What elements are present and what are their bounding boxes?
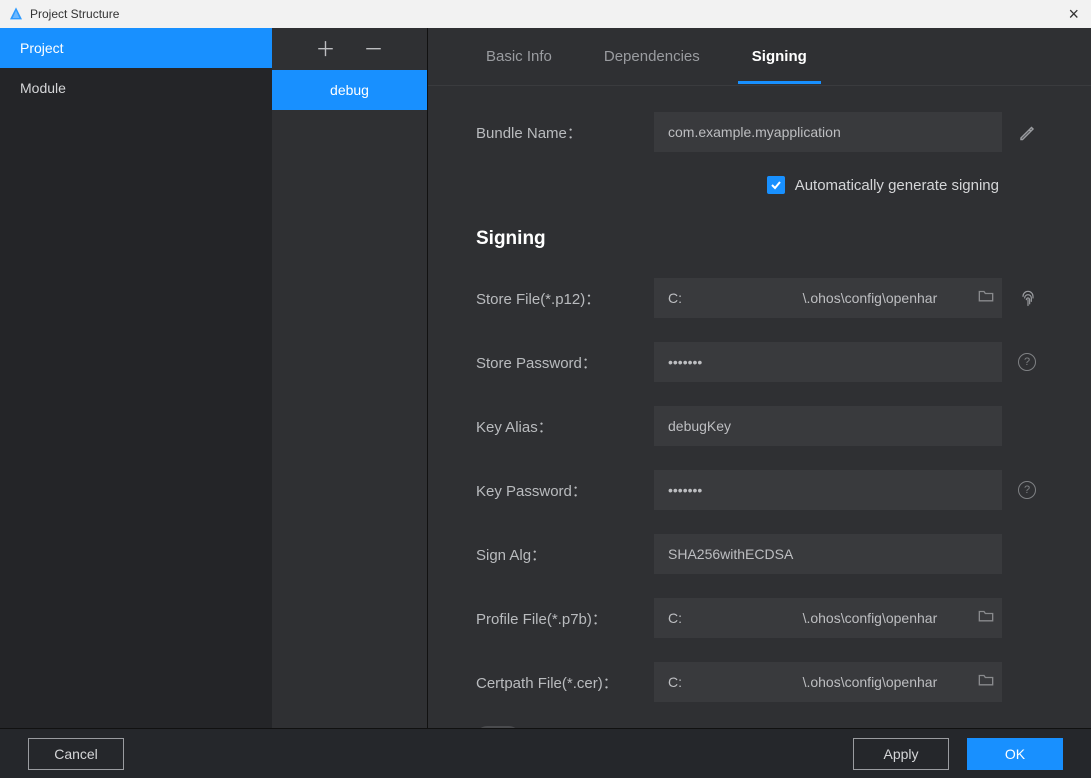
folder-icon[interactable]	[978, 289, 994, 308]
fingerprint-icon[interactable]	[1018, 288, 1038, 308]
label-bundle-name: Bundle Name：	[476, 122, 654, 143]
section-title-signing: Signing	[476, 228, 1061, 250]
label-store-file: Store File(*.p12)：	[476, 288, 654, 309]
folder-icon[interactable]	[978, 609, 994, 628]
row-store-file: Store File(*.p12)：	[476, 278, 1061, 318]
row-store-password: Store Password： ?	[476, 342, 1061, 382]
label-store-password: Store Password：	[476, 352, 654, 373]
apply-button[interactable]: Apply	[853, 738, 949, 770]
input-wrap-key-password	[654, 470, 1002, 510]
certpath-file-input[interactable]	[654, 662, 1002, 702]
config-actions: ＋ －	[272, 28, 427, 70]
key-alias-input[interactable]	[654, 406, 1002, 446]
help-icon[interactable]: ?	[1018, 481, 1036, 499]
store-file-input[interactable]	[654, 278, 1002, 318]
config-column: ＋ － debug	[272, 28, 428, 728]
input-wrap-bundle-name	[654, 112, 1002, 152]
edit-icon[interactable]	[1018, 123, 1036, 141]
folder-icon[interactable]	[978, 673, 994, 692]
auto-sign-label: Automatically generate signing	[795, 177, 999, 194]
titlebar: Project Structure ×	[0, 0, 1091, 28]
tab-dependencies[interactable]: Dependencies	[596, 30, 708, 83]
key-password-input[interactable]	[654, 470, 1002, 510]
input-wrap-key-alias	[654, 406, 1002, 446]
footer: Cancel Apply OK	[0, 728, 1091, 778]
auto-sign-checkbox[interactable]	[767, 176, 785, 194]
form-area: Bundle Name： Automatically generate sign…	[428, 86, 1091, 728]
row-sign-alg: Sign Alg：	[476, 534, 1061, 574]
input-wrap-certpath-file	[654, 662, 1002, 702]
row-restricted-permissions: Show Restricted Permissions	[476, 726, 1061, 728]
tab-signing[interactable]: Signing	[744, 30, 815, 83]
label-profile-file: Profile File(*.p7b)：	[476, 608, 654, 629]
row-profile-file: Profile File(*.p7b)：	[476, 598, 1061, 638]
row-bundle-name: Bundle Name：	[476, 112, 1061, 152]
cancel-button[interactable]: Cancel	[28, 738, 124, 770]
input-wrap-sign-alg	[654, 534, 1002, 574]
dialog-body: Project Module ＋ － debug Basic Info Depe…	[0, 28, 1091, 728]
row-certpath-file: Certpath File(*.cer)：	[476, 662, 1061, 702]
label-key-alias: Key Alias：	[476, 416, 654, 437]
restricted-permissions-toggle[interactable]	[476, 726, 520, 728]
ok-button[interactable]: OK	[967, 738, 1063, 770]
bundle-name-input[interactable]	[654, 112, 1002, 152]
remove-config-icon[interactable]: －	[364, 40, 384, 60]
row-key-password: Key Password： ?	[476, 470, 1061, 510]
tabs: Basic Info Dependencies Signing	[428, 28, 1091, 86]
sidebar: Project Module	[0, 28, 272, 728]
sidebar-item-project[interactable]: Project	[0, 28, 272, 68]
window-title: Project Structure	[30, 7, 119, 21]
input-wrap-store-password	[654, 342, 1002, 382]
sidebar-item-module[interactable]: Module	[0, 68, 272, 108]
sign-alg-input[interactable]	[654, 534, 1002, 574]
tab-basic-info[interactable]: Basic Info	[478, 30, 560, 83]
label-certpath-file: Certpath File(*.cer)：	[476, 672, 654, 693]
help-icon[interactable]: ?	[1018, 353, 1036, 371]
add-config-icon[interactable]: ＋	[316, 40, 336, 60]
main-panel: Basic Info Dependencies Signing Bundle N…	[428, 28, 1091, 728]
profile-file-input[interactable]	[654, 598, 1002, 638]
input-wrap-store-file	[654, 278, 1002, 318]
label-key-password: Key Password：	[476, 480, 654, 501]
config-item-debug[interactable]: debug	[272, 70, 427, 110]
titlebar-left: Project Structure	[8, 6, 119, 22]
row-key-alias: Key Alias：	[476, 406, 1061, 446]
app-logo-icon	[8, 6, 24, 22]
row-auto-sign: Automatically generate signing	[476, 176, 1061, 194]
label-sign-alg: Sign Alg：	[476, 544, 654, 565]
store-password-input[interactable]	[654, 342, 1002, 382]
close-icon[interactable]: ×	[1064, 4, 1083, 25]
footer-right: Apply OK	[853, 738, 1063, 770]
input-wrap-profile-file	[654, 598, 1002, 638]
